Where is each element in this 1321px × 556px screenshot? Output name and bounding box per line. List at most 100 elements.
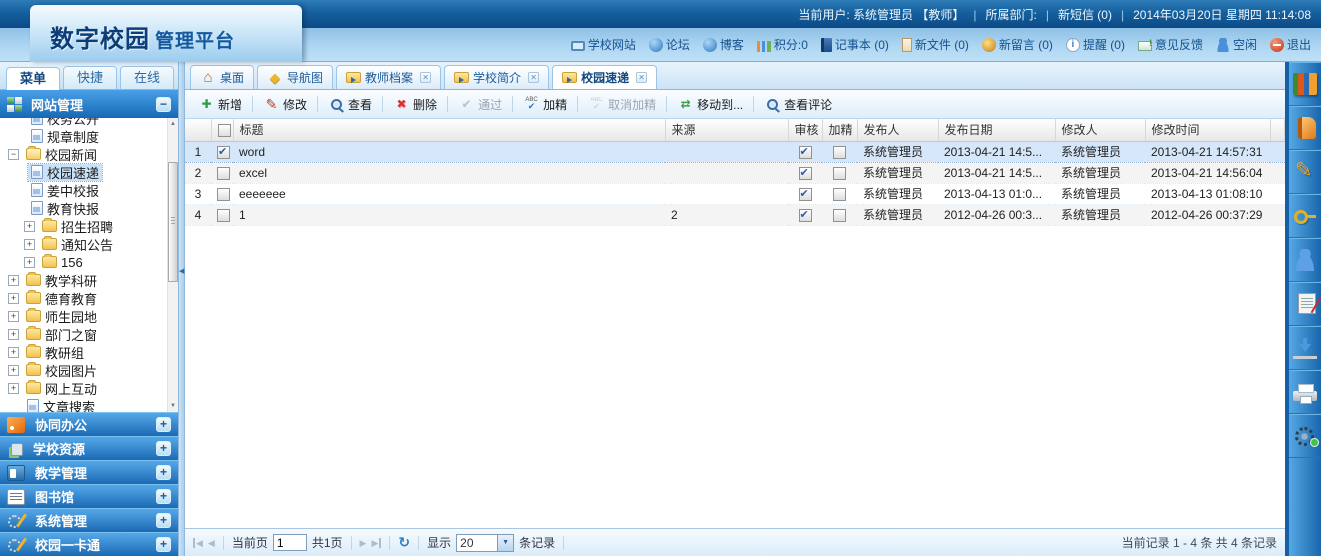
tree-item[interactable]: 校园图片 bbox=[4, 361, 178, 379]
logout-link[interactable]: 退出 bbox=[1269, 36, 1311, 53]
toolbar-button[interactable]: 修改 bbox=[256, 94, 314, 115]
expand-button[interactable] bbox=[156, 537, 171, 552]
table-row[interactable]: 2 excel 系统管理员 2013-04-21 14:5... 系统管理员 2… bbox=[185, 162, 1285, 184]
buddy-icon[interactable] bbox=[1289, 238, 1321, 282]
school-site-link[interactable]: 学校网站 bbox=[570, 36, 636, 53]
featured-checkbox[interactable] bbox=[833, 187, 846, 201]
tree-item[interactable]: 招生招聘 bbox=[4, 217, 178, 235]
forum-link[interactable]: 论坛 bbox=[648, 36, 690, 53]
sidebar-splitter[interactable]: ◀ bbox=[178, 62, 185, 556]
toolbar-button[interactable]: 查看评论 bbox=[757, 94, 839, 115]
printer-icon[interactable] bbox=[1289, 370, 1321, 414]
tree-expander-icon[interactable] bbox=[8, 364, 19, 376]
toolbar-button[interactable]: 取消加精 bbox=[581, 94, 663, 115]
status-link[interactable]: 空闲 bbox=[1215, 36, 1257, 53]
diary-icon[interactable] bbox=[1289, 106, 1321, 150]
key-icon[interactable] bbox=[1289, 194, 1321, 238]
tree-item[interactable]: 通知公告 bbox=[4, 235, 178, 253]
toolbar-button[interactable]: 删除 bbox=[386, 94, 444, 115]
tree-item[interactable]: 师生园地 bbox=[4, 307, 178, 325]
column-header[interactable]: 发布日期 bbox=[938, 119, 1056, 142]
section-library[interactable]: 图书馆 bbox=[0, 484, 178, 508]
toolbar-button[interactable]: 新增 bbox=[191, 94, 249, 115]
sidebar-tab[interactable]: 在线 bbox=[120, 66, 175, 89]
tree-item[interactable]: 德育教育 bbox=[4, 289, 178, 307]
section-system[interactable]: 系统管理 bbox=[0, 508, 178, 532]
row-checkbox[interactable] bbox=[217, 187, 230, 201]
featured-checkbox[interactable] bbox=[833, 166, 846, 180]
score-link[interactable]: 积分:0 bbox=[756, 36, 808, 53]
tree-item[interactable]: 教学科研 bbox=[4, 271, 178, 289]
page-size-select[interactable]: 20 bbox=[456, 533, 515, 552]
collapse-arrow-icon[interactable]: ◀ bbox=[179, 267, 184, 275]
tree-expander-icon[interactable] bbox=[8, 382, 19, 394]
tree-item[interactable]: 部门之窗 bbox=[4, 325, 178, 343]
featured-checkbox[interactable] bbox=[833, 208, 846, 222]
expand-button[interactable] bbox=[156, 441, 171, 456]
collapse-button[interactable] bbox=[156, 96, 171, 112]
tree-expander-icon[interactable] bbox=[8, 328, 19, 340]
column-header[interactable]: 修改人 bbox=[1055, 119, 1146, 142]
tab-close-icon[interactable] bbox=[636, 72, 648, 83]
sidebar-section-header[interactable]: 网站管理 bbox=[0, 90, 178, 118]
content-tab[interactable]: 桌面 bbox=[190, 65, 255, 89]
tree-item[interactable]: 教研组 bbox=[4, 343, 178, 361]
scroll-thumb[interactable] bbox=[168, 162, 178, 282]
table-row[interactable]: 4 1 2 系统管理员 2012-04-26 00:3... 系统管理员 201… bbox=[185, 204, 1285, 226]
column-header[interactable]: 加精 bbox=[822, 119, 858, 142]
settings-icon[interactable] bbox=[1289, 414, 1321, 458]
column-header[interactable]: 来源 bbox=[665, 119, 789, 142]
prev-page-icon[interactable] bbox=[208, 536, 215, 550]
toolbar-button[interactable]: 加精 bbox=[516, 94, 574, 115]
tree-item[interactable]: 网上互动 bbox=[4, 379, 178, 397]
audit-checkbox[interactable] bbox=[798, 208, 812, 222]
page-number-input[interactable] bbox=[272, 534, 307, 551]
toolbar-button[interactable]: 查看 bbox=[321, 94, 379, 115]
notepad-icon[interactable] bbox=[1289, 282, 1321, 326]
tree-item[interactable]: 156 bbox=[4, 253, 178, 271]
scroll-down-icon[interactable]: ▼ bbox=[168, 400, 178, 412]
content-tab[interactable]: 学校简介 bbox=[444, 65, 550, 89]
library-books-icon[interactable] bbox=[1289, 62, 1321, 106]
table-row[interactable]: 3 eeeeeee 系统管理员 2013-04-13 01:0... 系统管理员… bbox=[185, 183, 1285, 205]
column-header[interactable]: 修改时间 bbox=[1145, 119, 1271, 142]
table-row[interactable]: 1 word 系统管理员 2013-04-21 14:5... 系统管理员 20… bbox=[185, 140, 1285, 163]
column-header[interactable]: 审核 bbox=[788, 119, 823, 142]
select-all-header[interactable] bbox=[211, 119, 234, 142]
tab-close-icon[interactable] bbox=[528, 72, 540, 83]
reminder-link[interactable]: 提醒 (0) bbox=[1065, 36, 1125, 53]
select-all-checkbox[interactable] bbox=[217, 123, 231, 137]
tree-item[interactable]: 校园新闻 bbox=[4, 145, 178, 163]
content-tab[interactable]: 教师档案 bbox=[336, 65, 442, 89]
tree-expander-icon[interactable] bbox=[24, 238, 35, 250]
row-checkbox[interactable] bbox=[217, 208, 230, 222]
pencil-icon[interactable] bbox=[1289, 150, 1321, 194]
tree-item[interactable]: 规章制度 bbox=[4, 127, 178, 145]
first-page-icon[interactable] bbox=[193, 536, 203, 550]
tree-item[interactable]: 校园速递 bbox=[4, 162, 178, 182]
expand-button[interactable] bbox=[156, 417, 171, 432]
section-resources[interactable]: 学校资源 bbox=[0, 436, 178, 460]
row-checkbox[interactable] bbox=[217, 166, 230, 180]
feedback-link[interactable]: 意见反馈 bbox=[1137, 36, 1203, 53]
download-icon[interactable] bbox=[1289, 326, 1321, 370]
sidebar-tab[interactable]: 快捷 bbox=[63, 66, 118, 89]
toolbar-button[interactable]: 通过 bbox=[451, 94, 509, 115]
expand-button[interactable] bbox=[156, 513, 171, 528]
scroll-up-icon[interactable]: ▲ bbox=[168, 118, 178, 130]
expand-button[interactable] bbox=[156, 465, 171, 480]
tree-item[interactable]: 文章搜索 bbox=[4, 397, 178, 412]
section-card[interactable]: 校园一卡通 bbox=[0, 532, 178, 556]
next-page-icon[interactable] bbox=[360, 536, 367, 550]
content-tab[interactable]: 校园速递 bbox=[552, 65, 658, 89]
tree-expander-icon[interactable] bbox=[24, 256, 35, 268]
column-header[interactable]: 发布人 bbox=[857, 119, 939, 142]
column-header[interactable]: 标题 bbox=[233, 119, 666, 142]
tree-item[interactable]: 教育快报 bbox=[4, 199, 178, 217]
notebook-link[interactable]: 记事本 (0) bbox=[820, 36, 889, 53]
tree-expander-icon[interactable] bbox=[8, 274, 19, 286]
tab-close-icon[interactable] bbox=[420, 72, 432, 83]
tree-expander-icon[interactable] bbox=[24, 220, 35, 232]
sidebar-tab[interactable]: 菜单 bbox=[6, 67, 61, 90]
tree-expander-icon[interactable] bbox=[8, 148, 19, 160]
